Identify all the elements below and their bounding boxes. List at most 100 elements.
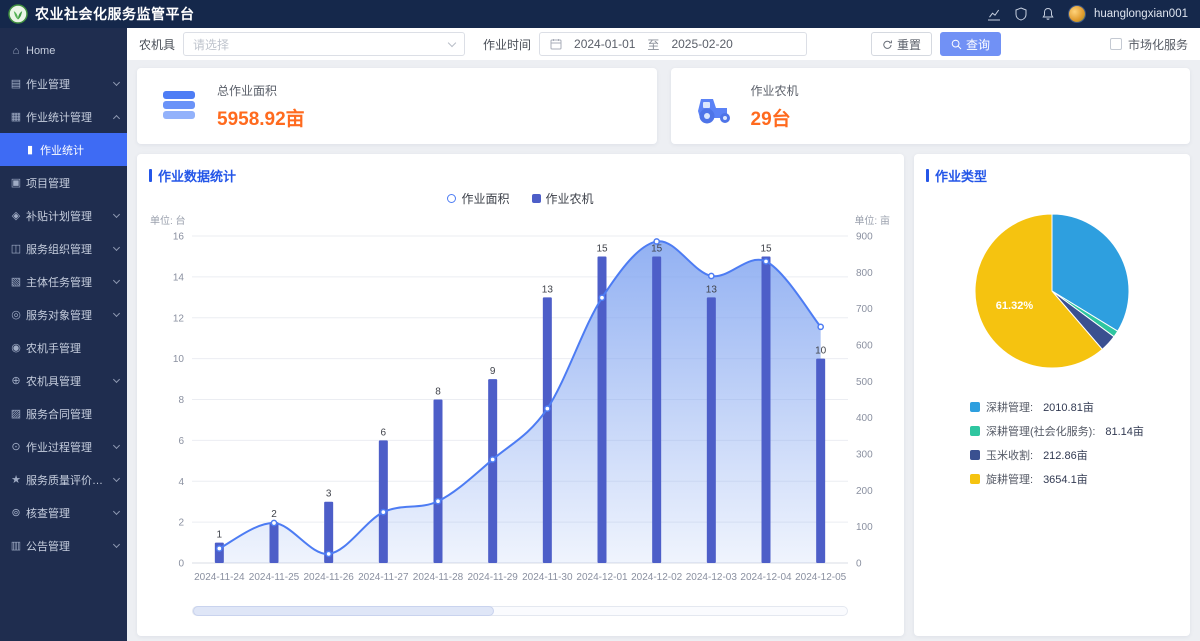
query-button[interactable]: 查询 — [940, 32, 1001, 56]
target-icon: ◎ — [10, 308, 22, 321]
username[interactable]: huanglongxian001 — [1094, 8, 1188, 20]
svg-text:8: 8 — [178, 395, 184, 406]
sidebar-item-label: 作业统计管理 — [26, 109, 112, 125]
pie-legend-item-玉米收割[interactable]: 玉米收割:212.86亩 — [970, 447, 1190, 463]
legend-marker — [447, 194, 456, 203]
date-end-value[interactable]: 2025-02-20 — [671, 37, 732, 51]
sidebar-item-label: 服务质量评价管理 — [26, 472, 112, 488]
bar-2024-11-25[interactable] — [270, 522, 279, 563]
svg-text:200: 200 — [856, 486, 873, 497]
sidebar-item-label: 核查管理 — [26, 505, 112, 521]
bar-2024-11-30[interactable] — [543, 297, 552, 563]
datazoom-selected-range[interactable] — [193, 606, 494, 616]
svg-text:2024-12-01: 2024-12-01 — [576, 572, 628, 583]
machine-select-placeholder: 请选择 — [193, 36, 229, 53]
operator-icon: ◉ — [10, 341, 22, 354]
tractor-icon — [691, 86, 735, 126]
sidebar-item-work-process-management[interactable]: ⊙作业过程管理 — [0, 430, 127, 463]
legend-marker — [970, 402, 980, 412]
sidebar-item-machine-operator-management[interactable]: ◉农机手管理 — [0, 331, 127, 364]
sidebar-item-service-quality-evaluation[interactable]: ★服务质量评价管理 — [0, 463, 127, 496]
sidebar-item-machinery-management[interactable]: ⊕农机具管理 — [0, 364, 127, 397]
combo-chart-canvas[interactable]: 0246810121416010020030040050060070080090… — [144, 210, 896, 602]
svg-text:300: 300 — [856, 450, 873, 461]
bar-2024-12-04[interactable] — [762, 256, 771, 563]
chart-card-title: 作业数据统计 — [137, 154, 904, 185]
sidebar-item-home[interactable]: ⌂ Home — [0, 34, 127, 67]
pie-legend-value: 81.14亩 — [1105, 423, 1144, 439]
header-actions: huanglongxian001 — [987, 5, 1188, 23]
stats-icon: ▦ — [10, 110, 22, 123]
pie-chart-canvas[interactable]: 61.32% — [914, 199, 1190, 385]
date-range-picker[interactable]: 2024-01-01 至 2025-02-20 — [539, 32, 807, 56]
machine-select[interactable]: 请选择 — [183, 32, 465, 56]
pie-legend-item-深耕管理[interactable]: 深耕管理: 2010.81亩 — [970, 399, 1190, 415]
date-start-value[interactable]: 2024-01-01 — [574, 37, 635, 51]
stat-cards-row: 总作业面积 5958.92亩 作业农机 29台 — [137, 68, 1190, 144]
svg-text:2024-12-05: 2024-12-05 — [795, 572, 847, 583]
sidebar-item-label: Home — [26, 45, 121, 57]
svg-text:800: 800 — [856, 268, 873, 279]
chevron-down-icon — [113, 244, 120, 251]
pie-legend-label: 深耕管理: — [986, 399, 1033, 415]
sidebar-item-work-management[interactable]: ▤作业管理 — [0, 67, 127, 100]
sidebar-item-service-org-management[interactable]: ◫服务组织管理 — [0, 232, 127, 265]
svg-text:2024-11-24: 2024-11-24 — [194, 572, 245, 583]
sidebar-item-work-statistics[interactable]: ▮作业统计 — [0, 133, 127, 166]
sidebar-item-label: 主体任务管理 — [26, 274, 112, 290]
svg-text:13: 13 — [542, 284, 554, 295]
svg-text:2024-11-25: 2024-11-25 — [249, 572, 300, 583]
query-button-label: 查询 — [966, 36, 990, 53]
task-icon: ▧ — [10, 275, 22, 288]
datazoom-slider[interactable] — [192, 606, 848, 616]
bar-2024-11-28[interactable] — [434, 400, 443, 564]
sidebar-item-label: 作业统计 — [40, 142, 121, 158]
charts-row: 作业数据统计 作业面积作业农机 024681012141601002003004… — [137, 154, 1190, 636]
sidebar: ⌂ Home ▤作业管理 ▦ 作业统计管理 ▮作业统计▣项目管理◈补贴计划管理◫服务组织管… — [0, 28, 127, 641]
legend-item-作业农机[interactable]: 作业农机 — [532, 190, 594, 207]
pie-legend-value: 2010.81亩 — [1043, 399, 1094, 415]
svg-text:2: 2 — [178, 518, 184, 529]
svg-text:0: 0 — [178, 559, 184, 570]
chevron-down-icon — [113, 541, 120, 548]
bar-2024-11-27[interactable] — [379, 440, 388, 563]
market-service-checkbox[interactable]: 市场化服务 — [1110, 36, 1188, 53]
sidebar-item-service-object-management[interactable]: ◎服务对象管理 — [0, 298, 127, 331]
pie-legend-item-深耕管理(社会化服务)[interactable]: 深耕管理(社会化服务):81.14亩 — [970, 423, 1190, 439]
sidebar-item-verification-management[interactable]: ⊚核查管理 — [0, 496, 127, 529]
pie-inner-label: 61.32% — [996, 300, 1034, 312]
home-icon: ⌂ — [10, 45, 22, 57]
bar-2024-12-05[interactable] — [816, 359, 825, 563]
legend-label: 作业农机 — [546, 190, 594, 207]
user-avatar[interactable] — [1068, 5, 1086, 23]
reset-button[interactable]: 重置 — [871, 32, 932, 56]
bar-2024-12-03[interactable] — [707, 297, 716, 563]
machinery-icon: ⊕ — [10, 374, 22, 387]
svg-text:2024-12-04: 2024-12-04 — [740, 572, 792, 583]
bar-2024-11-29[interactable] — [488, 379, 497, 563]
sidebar-item-announcement-management[interactable]: ▥公告管理 — [0, 529, 127, 562]
machine-select-label: 农机具 — [139, 36, 175, 53]
svg-text:2024-11-27: 2024-11-27 — [358, 572, 409, 583]
checkbox-icon[interactable] — [1110, 38, 1122, 50]
sidebar-item-work-statistics-management[interactable]: ▦ 作业统计管理 — [0, 100, 127, 133]
analytics-icon[interactable] — [987, 7, 1001, 21]
calendar-icon — [550, 38, 562, 50]
date-separator: 至 — [647, 36, 659, 53]
legend-item-作业面积[interactable]: 作业面积 — [447, 190, 509, 207]
chevron-down-icon — [113, 211, 120, 218]
chevron-down-icon — [113, 79, 120, 86]
chevron-down-icon — [113, 508, 120, 515]
pie-card-title-text: 作业类型 — [935, 166, 987, 185]
bar-2024-12-02[interactable] — [652, 256, 661, 563]
sidebar-item-subject-task-management[interactable]: ▧ 主体任务管理 — [0, 265, 127, 298]
svg-text:6: 6 — [381, 427, 387, 438]
pie-legend-item-旋耕管理[interactable]: 旋耕管理:3654.1亩 — [970, 471, 1190, 487]
chevron-down-icon — [113, 376, 120, 383]
sidebar-item-service-contract-management[interactable]: ▨服务合同管理 — [0, 397, 127, 430]
sidebar-item-project-management[interactable]: ▣项目管理 — [0, 166, 127, 199]
notifications-bell-icon[interactable] — [1041, 7, 1055, 21]
sidebar-item-subsidy-plan-management[interactable]: ◈补贴计划管理 — [0, 199, 127, 232]
shield-icon[interactable] — [1014, 7, 1028, 21]
organization-icon: ◫ — [10, 242, 22, 255]
